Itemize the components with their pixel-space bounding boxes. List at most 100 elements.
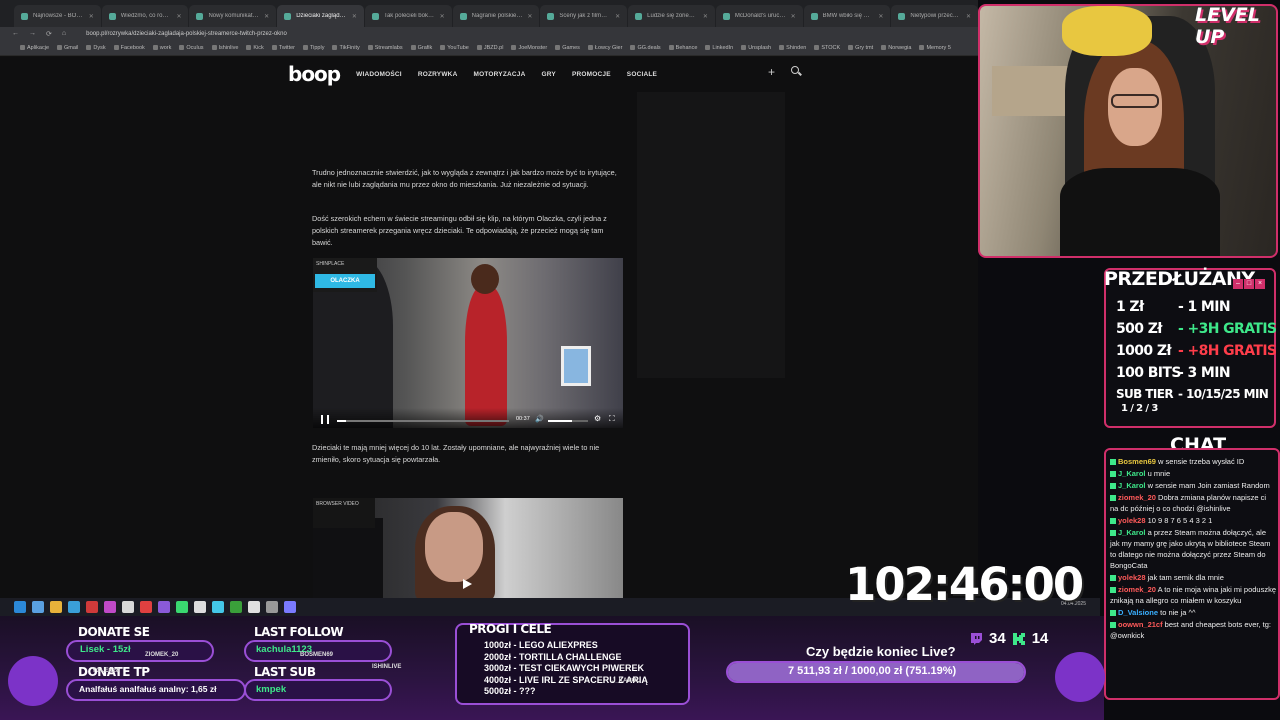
browser-tab[interactable]: Dzieciaki zaglądają przez okno ✕	[277, 5, 364, 27]
taskbar-app-icon[interactable]	[194, 601, 206, 613]
browser-tab[interactable]: Nagranie polskiego influ ✕	[452, 5, 540, 27]
taskbar-app-icon[interactable]	[14, 601, 26, 613]
nav-link-wiadomosci[interactable]: WIADOMOŚCI	[356, 71, 402, 78]
taskbar-app-icon[interactable]	[140, 601, 152, 613]
bookmark-item[interactable]: work	[152, 45, 171, 51]
taskbar-app-icon[interactable]	[32, 601, 44, 613]
taskbar-app-icon[interactable]	[248, 601, 260, 613]
taskbar-app-icon[interactable]	[86, 601, 98, 613]
gear-icon[interactable]: ⚙	[594, 414, 601, 423]
address-bar[interactable]: boop.pl/rozrywka/dzieciaki-zagladaja-pol…	[86, 31, 287, 37]
embedded-video-2[interactable]: BROWSER VIDEO	[313, 498, 623, 598]
taskbar-app-icon[interactable]	[266, 601, 278, 613]
bookmark-item[interactable]: Grafik	[410, 45, 432, 51]
bookmark-item[interactable]: Twitter	[271, 45, 295, 51]
nav-link-motoryzacja[interactable]: MOTORYZACJA	[473, 71, 525, 78]
tab-title: BMW wbiło się w drzewo	[822, 13, 874, 19]
sub-counters: 34 14	[969, 630, 1048, 647]
bookmark-item[interactable]: JoeMonster	[511, 45, 547, 51]
browser-tab[interactable]: Nowy komunikat prokuratury ✕	[189, 5, 277, 27]
bookmark-icon	[332, 45, 338, 50]
forward-arrow-icon[interactable]: →	[29, 30, 36, 37]
browser-tab[interactable]: Ludzie się zorientowali, że ✕	[628, 5, 715, 27]
bookmark-item[interactable]: Games	[555, 45, 580, 51]
bookmark-item[interactable]: Dysk	[86, 45, 106, 51]
taskbar-app-icon[interactable]	[176, 601, 188, 613]
taskbar-app-icon[interactable]	[230, 601, 242, 613]
close-icon[interactable]: ✕	[352, 13, 357, 20]
taskbar-app-icon[interactable]	[104, 601, 116, 613]
bookmark-icon	[668, 45, 674, 50]
embedded-video-1[interactable]: SHINPLACE OLACZKA 00:37 🔊 ⚙ ⛶	[313, 258, 623, 428]
bookmark-item[interactable]: TikFinity	[332, 45, 360, 51]
browser-tab[interactable]: Sceny jak z filmu akcji w ✕	[540, 5, 628, 27]
taskbar-app-icon[interactable]	[212, 601, 224, 613]
bookmark-item[interactable]: Kick	[246, 44, 264, 51]
bookmark-label: GG.deals	[637, 44, 661, 51]
bookmark-item[interactable]: Aplikacje	[20, 45, 49, 51]
nav-link-promocje[interactable]: PROMOCJE	[572, 71, 611, 78]
close-icon[interactable]: ✕	[791, 13, 796, 20]
video-progress-bar[interactable]	[337, 420, 509, 422]
chat-badge-icon	[1110, 610, 1116, 617]
tab-title: Ludzie się zorientowali, że	[647, 13, 698, 19]
home-icon[interactable]: ⌂	[62, 30, 66, 37]
bookmark-item[interactable]: Memory 5	[919, 45, 951, 51]
price-row: 1 Zł - 1 MIN	[1116, 299, 1231, 315]
nav-link-gry[interactable]: GRY	[542, 71, 556, 78]
bookmark-item[interactable]: Ishinlive	[211, 45, 238, 51]
bookmark-label: Kick	[253, 44, 264, 51]
price-amount: 100 BITS	[1116, 365, 1181, 381]
close-icon[interactable]: ✕	[527, 13, 532, 20]
bookmark-item[interactable]: Tipply	[303, 45, 324, 51]
taskbar-app-icon[interactable]	[122, 601, 134, 613]
close-icon[interactable]: ✕	[264, 13, 269, 20]
bookmark-item[interactable]: Norwegia	[881, 45, 911, 51]
bookmark-item[interactable]: STOCK	[814, 45, 840, 51]
close-icon[interactable]: ✕	[440, 13, 445, 20]
bookmark-item[interactable]: JBZD.pl	[476, 45, 503, 51]
taskbar-app-icon[interactable]	[284, 601, 296, 613]
search-icon[interactable]	[791, 66, 799, 74]
bookmark-item[interactable]: Gmail	[57, 45, 78, 51]
browser-tab[interactable]: Wiedzmo, co robi prokuratura ✕	[101, 5, 189, 27]
play-icon[interactable]	[463, 579, 472, 589]
close-icon[interactable]: ✕	[615, 13, 620, 20]
site-logo[interactable]: boop	[288, 62, 341, 86]
browser-tab[interactable]: McDonald's uruchomił ✕	[715, 5, 803, 27]
browser-tab[interactable]: Najnowsze - BOOP.PL ✕	[14, 5, 101, 27]
bookmark-item[interactable]: Facebook	[113, 45, 145, 51]
close-icon[interactable]: ✕	[176, 13, 181, 20]
reload-icon[interactable]: ⟳	[46, 30, 52, 38]
browser-tab[interactable]: Nietypowi przechodnie ✕	[891, 5, 978, 27]
volume-icon[interactable]: 🔊	[535, 415, 544, 423]
bookmark-item[interactable]: Streamlabs	[367, 45, 403, 51]
price-panel-title: PRZEDŁUŻANY	[1104, 268, 1255, 290]
bookmark-item[interactable]: YouTube	[440, 45, 469, 51]
bookmark-item[interactable]: GG.deals	[630, 44, 661, 51]
close-icon[interactable]: ✕	[89, 13, 94, 20]
pause-icon[interactable]	[321, 415, 329, 424]
bookmark-item[interactable]: Oculus	[179, 45, 204, 51]
close-icon[interactable]: ✕	[966, 13, 971, 20]
plus-icon[interactable]: +	[768, 65, 775, 79]
close-icon[interactable]: ✕	[878, 13, 883, 20]
bookmark-item[interactable]: Shinden	[779, 45, 806, 51]
taskbar-app-icon[interactable]	[158, 601, 170, 613]
nav-link-sociale[interactable]: SOCIALE	[627, 71, 657, 78]
nav-link-rozrywka[interactable]: ROZRYWKA	[418, 71, 458, 78]
bookmark-item[interactable]: Łowcy Gier	[587, 45, 622, 51]
taskbar-app-icon[interactable]	[50, 601, 62, 613]
bookmark-item[interactable]: Unsplash	[741, 45, 771, 51]
bookmark-item[interactable]: Behance	[668, 45, 697, 51]
volume-slider[interactable]	[548, 420, 588, 422]
close-icon[interactable]: ✕	[703, 13, 708, 20]
bookmark-item[interactable]: Gry tmt	[848, 45, 873, 51]
bookmark-item[interactable]: LinkedIn	[705, 45, 733, 51]
browser-tab[interactable]: Tak polecieli bokiem, że ✕	[364, 5, 452, 27]
tab-title: Dzieciaki zaglądają przez okno	[296, 13, 347, 19]
taskbar-app-icon[interactable]	[68, 601, 80, 613]
fullscreen-icon[interactable]: ⛶	[609, 414, 615, 424]
browser-tab[interactable]: BMW wbiło się w drzewo ✕	[803, 5, 891, 27]
back-arrow-icon[interactable]: ←	[12, 30, 19, 37]
